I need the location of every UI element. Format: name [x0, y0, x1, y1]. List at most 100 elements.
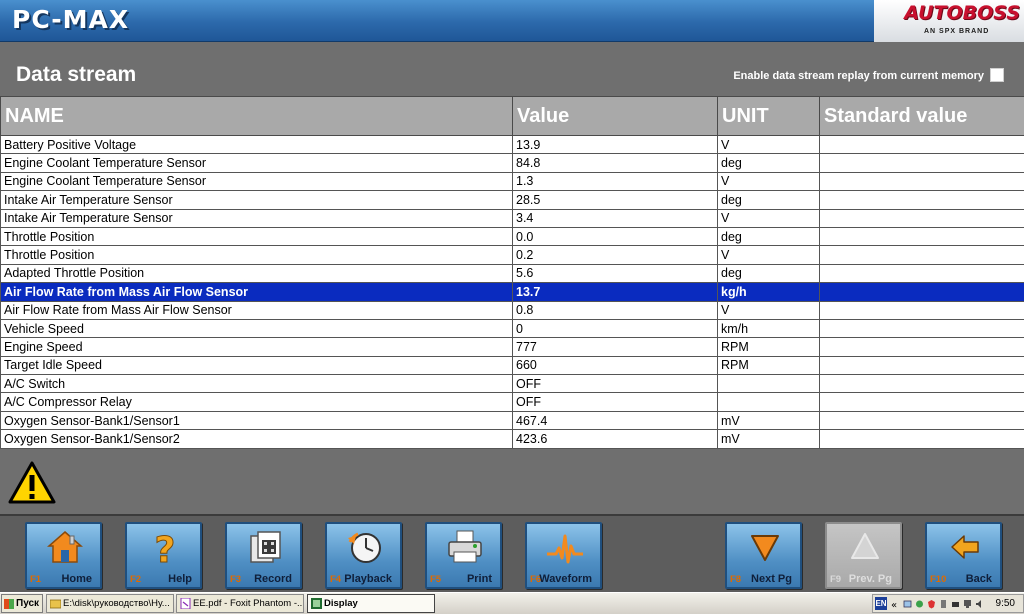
cell-value: 0.2 [512, 245, 718, 265]
cell-standard [819, 355, 1024, 376]
page-title: Data stream [16, 63, 137, 86]
replay-checkbox[interactable] [990, 68, 1004, 82]
cell-name: Throttle Position [0, 245, 513, 265]
cell-standard [819, 208, 1024, 228]
cell-value: 84.8 [512, 153, 718, 173]
cell-unit: deg [717, 263, 820, 284]
table-row[interactable]: Engine Coolant Temperature Sensor 1.3 V [0, 171, 1024, 192]
task-folder[interactable]: E:\disk\руководство\Ну... [46, 594, 174, 613]
playback-button[interactable]: F4 Playback [325, 522, 402, 589]
cell-unit: mV [717, 410, 820, 431]
cell-unit: V [717, 134, 820, 155]
start-button[interactable]: Пуск [1, 594, 43, 613]
cell-unit: RPM [717, 355, 820, 376]
printer-icon [448, 530, 482, 563]
tray-expand-icon[interactable]: « [891, 599, 900, 609]
playback-label: Playback [344, 573, 392, 585]
print-button[interactable]: F5 Print [425, 522, 502, 589]
brand-subtitle: AN SPX BRAND [924, 28, 990, 35]
table-row[interactable]: Target Idle Speed 660 RPM [0, 355, 1024, 376]
table-row[interactable]: Intake Air Temperature Sensor 28.5 deg [0, 190, 1024, 210]
record-label: Record [254, 573, 292, 585]
task-pdf[interactable]: EE.pdf - Foxit Phantom -... [176, 594, 304, 613]
table-row[interactable]: Battery Positive Voltage 13.9 V [0, 134, 1024, 155]
cell-value: 777 [512, 337, 718, 357]
pdf-icon [180, 598, 191, 609]
language-indicator[interactable]: EN [875, 597, 887, 610]
cell-unit: V [717, 245, 820, 265]
cell-name: Intake Air Temperature Sensor [0, 190, 513, 210]
cell-standard [819, 392, 1024, 412]
prev-page-button[interactable]: F9 Prev. Pg [825, 522, 902, 589]
start-label: Пуск [16, 598, 40, 609]
cell-unit: V [717, 171, 820, 192]
back-arrow-icon [951, 535, 979, 559]
table-row[interactable]: Engine Speed 777 RPM [0, 337, 1024, 357]
app-header: PC-MAX AUTOBOSS AN SPX BRAND [0, 0, 1024, 42]
cell-value: 467.4 [512, 410, 718, 431]
table-row[interactable]: Air Flow Rate from Mass Air Flow Sensor 0… [0, 300, 1024, 320]
back-button[interactable]: F10 Back [925, 522, 1002, 589]
app-title: PC-MAX [12, 5, 130, 34]
cell-value: 0.8 [512, 300, 718, 320]
cell-unit: km/h [717, 318, 820, 339]
volume-icon[interactable] [975, 599, 984, 609]
home-icon [47, 531, 83, 563]
column-header-standard[interactable]: Standard value [819, 96, 1024, 136]
column-header-value[interactable]: Value [512, 96, 718, 136]
cell-name: Oxygen Sensor-Bank1/Sensor2 [0, 429, 513, 449]
record-button[interactable]: F3 Record [225, 522, 302, 589]
cell-value: 28.5 [512, 190, 718, 210]
tray-app-icon[interactable] [915, 599, 924, 609]
table-row[interactable]: A/C Compressor Relay OFF [0, 392, 1024, 412]
cell-name: A/C Compressor Relay [0, 392, 513, 412]
column-header-name[interactable]: NAME [0, 96, 513, 136]
table-row[interactable]: Air Flow Rate from Mass Air Flow Sensor 1… [0, 282, 1024, 302]
task-display[interactable]: Display [307, 594, 435, 613]
table-row[interactable]: Throttle Position 0.0 deg [0, 226, 1024, 247]
table-row[interactable]: Vehicle Speed 0 km/h [0, 318, 1024, 339]
next-page-label: Next Pg [751, 573, 792, 585]
waveform-button[interactable]: F6 Waveform [525, 522, 602, 589]
cell-value: OFF [512, 374, 718, 394]
cell-name: Adapted Throttle Position [0, 263, 513, 284]
cell-unit: mV [717, 429, 820, 449]
table-row[interactable]: Intake Air Temperature Sensor 3.4 V [0, 208, 1024, 228]
task-label: E:\disk\руководство\Ну... [63, 598, 170, 609]
cell-standard [819, 337, 1024, 357]
table-row[interactable]: A/C Switch OFF [0, 374, 1024, 394]
table-row[interactable]: Engine Coolant Temperature Sensor 84.8 deg [0, 153, 1024, 173]
cell-unit: deg [717, 153, 820, 173]
taskbar: Пуск E:\disk\руководство\Ну... EE.pdf - … [0, 592, 1024, 614]
security-icon[interactable] [927, 599, 936, 609]
cell-value: 5.6 [512, 263, 718, 284]
cell-standard [819, 282, 1024, 302]
monitor-icon[interactable] [963, 599, 972, 609]
network-icon[interactable] [903, 599, 912, 609]
folder-icon [50, 599, 61, 609]
next-page-button[interactable]: F8 Next Pg [725, 522, 802, 589]
help-button[interactable]: ? F2 Help [125, 522, 202, 589]
table-row[interactable]: Throttle Position 0.2 V [0, 245, 1024, 265]
windows-logo-icon [4, 599, 14, 609]
cell-name: Air Flow Rate from Mass Air Flow Sensor [0, 282, 513, 302]
column-header-unit[interactable]: UNIT [717, 96, 820, 136]
cell-value: 3.4 [512, 208, 718, 228]
cell-name: Throttle Position [0, 226, 513, 247]
cell-standard [819, 429, 1024, 449]
cell-name: Engine Coolant Temperature Sensor [0, 171, 513, 192]
cell-name: Intake Air Temperature Sensor [0, 208, 513, 228]
table-row[interactable]: Oxygen Sensor-Bank1/Sensor2 423.6 mV [0, 429, 1024, 449]
cell-name: Target Idle Speed [0, 355, 513, 376]
tray-device-icon[interactable] [951, 599, 960, 609]
table-row[interactable]: Adapted Throttle Position 5.6 deg [0, 263, 1024, 284]
table-row[interactable]: Oxygen Sensor-Bank1/Sensor1 467.4 mV [0, 410, 1024, 431]
usb-device-icon[interactable] [939, 599, 948, 609]
system-tray: EN « 9:50 [872, 594, 1024, 613]
cell-name: Engine Coolant Temperature Sensor [0, 153, 513, 173]
home-button[interactable]: F1 Home [25, 522, 102, 589]
cell-name: A/C Switch [0, 374, 513, 394]
cell-value: 13.7 [512, 282, 718, 302]
cell-standard [819, 374, 1024, 394]
help-label: Help [168, 573, 192, 585]
